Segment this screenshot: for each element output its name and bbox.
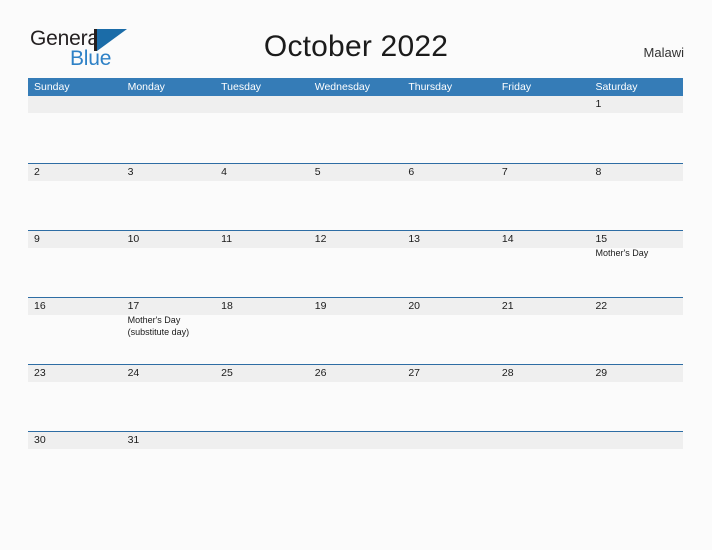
- calendar-day-cell[interactable]: 21: [496, 298, 590, 364]
- day-number: 30: [34, 434, 46, 446]
- calendar-week-row: 30 31: [28, 431, 683, 498]
- day-number: 15: [595, 233, 608, 245]
- calendar-day-cell[interactable]: 11: [215, 231, 309, 297]
- calendar-day-cell[interactable]: 2: [28, 164, 122, 230]
- calendar-weeks: 1 2 3 4 5 6 7 8 9 10 11 12 13 14 15 Mother's Day 16 17 Mot…: [28, 96, 683, 498]
- calendar-day-cell[interactable]: 23: [28, 365, 122, 431]
- day-number: 11: [221, 233, 233, 245]
- calendar-day-cell[interactable]: 16: [28, 298, 122, 364]
- calendar-day-cell-empty: [496, 96, 590, 163]
- calendar-day-cell[interactable]: 1: [589, 96, 683, 163]
- day-number: 25: [221, 367, 233, 379]
- calendar-day-cell-empty: [309, 96, 403, 163]
- calendar-week-row: 1: [28, 96, 683, 163]
- calendar-day-cell-empty: [589, 432, 683, 498]
- day-event-label: (substitute day): [127, 326, 190, 337]
- day-number: 7: [501, 166, 508, 178]
- calendar-day-cell[interactable]: 25: [215, 365, 309, 431]
- calendar-day-cell[interactable]: 26: [309, 365, 403, 431]
- calendar-day-cell[interactable]: 31: [122, 432, 216, 498]
- calendar-day-cell[interactable]: 15 Mother's Day: [589, 231, 683, 297]
- day-events: Mother's Day (substitute day): [128, 315, 211, 338]
- day-events: Mother's Day: [595, 248, 678, 260]
- calendar-day-cell[interactable]: 29: [589, 365, 683, 431]
- day-event-label: Mother's Day: [595, 248, 649, 258]
- calendar-day-cell[interactable]: 22: [589, 298, 683, 364]
- calendar-week-row: 16 17 Mother's Day (substitute day) 18 19 20 21…: [28, 297, 683, 364]
- day-number: 8: [595, 166, 602, 178]
- calendar-day-cell[interactable]: 4: [215, 164, 309, 230]
- day-number: 23: [34, 367, 46, 379]
- day-event-label: Mother's Day: [127, 315, 181, 325]
- calendar-day-cell[interactable]: 24: [122, 365, 216, 431]
- day-number: 17: [127, 300, 140, 312]
- day-number: 4: [221, 166, 227, 178]
- calendar-day-cell[interactable]: 20: [402, 298, 496, 364]
- calendar-day-cell-empty: [215, 432, 309, 498]
- calendar-day-cell[interactable]: 5: [309, 164, 403, 230]
- calendar-day-cell[interactable]: 6: [402, 164, 496, 230]
- day-number: 18: [221, 300, 233, 312]
- calendar-grid: Sunday Monday Tuesday Wednesday Thursday Frid…: [28, 78, 683, 498]
- weekday-header-friday: Friday: [501, 81, 532, 93]
- day-number: 2: [34, 166, 40, 178]
- calendar-day-cell-empty: [122, 96, 216, 163]
- day-number: 16: [34, 300, 46, 312]
- page-header: General Blue October 2022 Malawi: [0, 0, 712, 76]
- calendar-day-cell[interactable]: 18: [215, 298, 309, 364]
- calendar-day-cell[interactable]: 7: [496, 164, 590, 230]
- day-number: 28: [501, 367, 514, 379]
- calendar-week-row: 23 24 25 26 27 28 29: [28, 364, 683, 431]
- country-label: Malawi: [643, 45, 684, 60]
- weekday-header-tuesday: Tuesday: [221, 81, 262, 93]
- weekday-header-sunday: Sunday: [34, 81, 70, 93]
- calendar-day-cell[interactable]: 9: [28, 231, 122, 297]
- weekday-header-thursday: Thursday: [408, 81, 453, 93]
- day-number: 14: [501, 233, 514, 245]
- calendar-day-cell[interactable]: 13: [402, 231, 496, 297]
- day-number: 1: [595, 98, 602, 110]
- calendar-day-cell[interactable]: 28: [496, 365, 590, 431]
- calendar-day-cell-empty: [402, 96, 496, 163]
- day-number: 9: [34, 233, 40, 245]
- day-number: 26: [314, 367, 327, 379]
- day-number: 19: [314, 300, 327, 312]
- calendar-week-row: 2 3 4 5 6 7 8: [28, 163, 683, 230]
- day-number: 10: [127, 233, 140, 245]
- day-number: 3: [127, 166, 134, 178]
- calendar-day-cell-empty: [215, 96, 309, 163]
- calendar-day-cell[interactable]: 8: [589, 164, 683, 230]
- calendar-day-cell[interactable]: 30: [28, 432, 122, 498]
- weekday-header-row: Sunday Monday Tuesday Wednesday Thursday Frid…: [28, 78, 683, 96]
- calendar-day-cell[interactable]: 17 Mother's Day (substitute day): [122, 298, 216, 364]
- day-number: 13: [408, 233, 420, 245]
- calendar-day-cell[interactable]: 12: [309, 231, 403, 297]
- weekday-header-saturday: Saturday: [595, 81, 638, 93]
- calendar-day-cell[interactable]: 3: [122, 164, 216, 230]
- weekday-header-monday: Monday: [127, 81, 165, 93]
- day-number: 5: [314, 166, 321, 178]
- day-number: 24: [127, 367, 140, 379]
- calendar-day-cell[interactable]: 19: [309, 298, 403, 364]
- calendar-day-cell-empty: [309, 432, 403, 498]
- calendar-week-row: 9 10 11 12 13 14 15 Mother's Day: [28, 230, 683, 297]
- calendar-day-cell[interactable]: 10: [122, 231, 216, 297]
- day-number: 21: [501, 300, 514, 312]
- day-number: 6: [408, 166, 415, 178]
- calendar-day-cell-empty: [496, 432, 590, 498]
- calendar-day-cell[interactable]: 14: [496, 231, 590, 297]
- day-number: 12: [314, 233, 327, 245]
- day-number: 31: [127, 434, 140, 446]
- weekday-header-wednesday: Wednesday: [314, 81, 370, 93]
- day-number: 20: [408, 300, 420, 312]
- day-number: 22: [595, 300, 608, 312]
- page-title: October 2022: [263, 30, 449, 63]
- calendar-day-cell-empty: [28, 96, 122, 163]
- calendar-day-cell[interactable]: 27: [402, 365, 496, 431]
- calendar-day-cell-empty: [402, 432, 496, 498]
- day-number: 27: [408, 367, 420, 379]
- day-number: 29: [595, 367, 608, 379]
